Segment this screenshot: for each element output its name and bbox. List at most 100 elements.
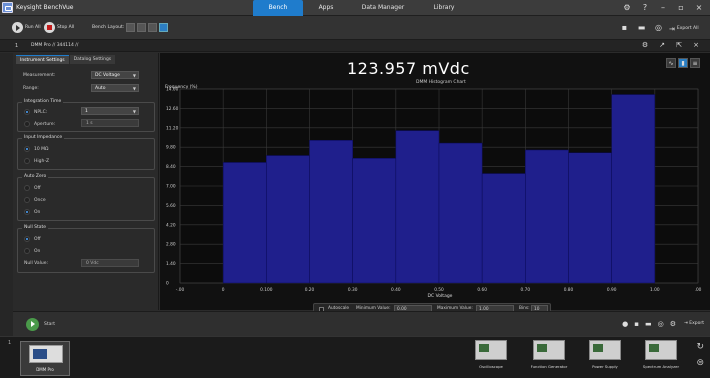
instrument-dock: 1 DMM Pro Oscilloscope Function Generato…	[0, 336, 710, 378]
x-tick-label: 0.20	[305, 287, 315, 293]
layout-single-icon[interactable]	[159, 23, 169, 32]
y-tick-label: 14.00	[166, 87, 179, 93]
dmm-thumbnail-icon	[29, 345, 63, 363]
x-tick-label: 1.00	[650, 287, 660, 293]
dock-app-oscilloscope[interactable]: Oscilloscope	[468, 340, 514, 376]
range-select[interactable]: Auto ▼	[91, 84, 139, 92]
chevron-down-icon: ▼	[132, 73, 136, 78]
y-tick-label: 2.80	[166, 242, 176, 248]
dock-app-label: Spectrum Analyzer	[642, 364, 680, 369]
aperture-field[interactable]: 1 s	[81, 119, 139, 127]
y-tick-label: 8.40	[166, 164, 176, 170]
autozero-once-radio[interactable]: Once	[24, 197, 46, 203]
record-icon[interactable]: ●	[622, 320, 628, 328]
chevron-down-icon: ▼	[132, 109, 136, 114]
y-tick-label: 5.60	[166, 203, 176, 209]
histogram-bar	[525, 149, 569, 284]
dock-options-icon[interactable]: ⊜	[696, 358, 704, 368]
x-tick-label: 0.70	[521, 287, 531, 293]
export-all-button[interactable]: ⇥ Export All	[669, 22, 699, 35]
left-gutter	[0, 53, 13, 336]
histogram-bar	[481, 173, 526, 284]
tab-apps[interactable]: Apps	[303, 0, 349, 16]
tab-data-manager[interactable]: Data Manager	[349, 0, 417, 16]
histogram-bar	[438, 142, 483, 284]
folder-icon[interactable]: ▬	[637, 23, 646, 32]
null-state-title: Null State	[22, 225, 49, 230]
stop-all-button[interactable]: Stop All	[44, 21, 74, 34]
null-value-field[interactable]: 0 Vdc	[81, 259, 139, 267]
tab-library[interactable]: Library	[417, 0, 471, 16]
bench-toolbar: Run All Stop All Bench Layout: ▪ ▬ ◎ ⇥ E…	[0, 16, 710, 40]
layout-grid-icon[interactable]	[126, 23, 136, 32]
start-button[interactable]: Start	[26, 318, 55, 331]
null-off-radio[interactable]: Off	[24, 236, 41, 242]
help-icon[interactable]: ?	[640, 2, 650, 13]
maximize-icon[interactable]: ▫	[676, 2, 686, 13]
auto-zero-group: Auto Zero Off Once On	[17, 174, 155, 221]
panel-close-icon[interactable]: ×	[692, 41, 700, 49]
nplc-select[interactable]: 1 ▼	[81, 107, 139, 115]
panel-settings-icon[interactable]: ⚙	[641, 41, 649, 49]
x-tick-label: 0.90	[607, 287, 617, 293]
settings-gear-icon[interactable]: ⚙	[622, 2, 632, 13]
measurement-select[interactable]: DC Voltage ▼	[91, 71, 139, 79]
export-button[interactable]: ⇥ Export	[684, 321, 704, 326]
panel-restore-icon[interactable]: ⇱	[675, 41, 683, 49]
tab-instrument-settings[interactable]: Instrument Settings	[16, 55, 69, 64]
radio-unselected-icon	[24, 185, 30, 191]
dock-instrument-label: DMM Pro	[36, 367, 54, 372]
close-icon[interactable]: ×	[694, 2, 704, 13]
dock-refresh-icon[interactable]: ↻	[696, 342, 704, 352]
autozero-on-radio[interactable]: On	[24, 209, 40, 215]
histogram-chart: Frequency (%) 01.402.804.205.607.008.409…	[165, 84, 702, 299]
x-tick-label: 0.100	[260, 287, 273, 293]
save-icon[interactable]: ▪	[620, 23, 629, 32]
null-value-label: Null Value:	[24, 261, 49, 266]
dock-app-label: Oscilloscope	[479, 364, 503, 369]
x-axis-label: DC Voltage	[428, 293, 453, 299]
settings-icon[interactable]: ◎	[654, 23, 663, 32]
run-all-button[interactable]: Run All	[12, 21, 41, 34]
nplc-label: NPLC:	[34, 109, 48, 115]
save-icon[interactable]: ▪	[634, 320, 639, 328]
aperture-radio[interactable]: Aperture:	[24, 121, 55, 127]
panel-controls: ⚙ ↗ ⇱ ×	[641, 41, 700, 49]
settings-panel: Instrument Settings Datalog Settings Mea…	[13, 53, 159, 310]
gear-icon[interactable]: ⚙	[670, 320, 676, 328]
panel-popout-icon[interactable]: ↗	[658, 41, 666, 49]
start-play-icon	[26, 318, 39, 331]
radio-selected-icon	[24, 146, 30, 152]
nplc-radio[interactable]: NPLC:	[24, 109, 47, 115]
impedance-highz-radio[interactable]: High-Z	[24, 158, 49, 164]
app-title: Keysight BenchVue	[16, 4, 74, 11]
stop-all-label: Stop All	[57, 25, 75, 30]
dock-instrument-dmm[interactable]: DMM Pro	[20, 341, 70, 376]
radio-selected-icon	[24, 109, 30, 115]
layout-rows-icon[interactable]	[148, 23, 158, 32]
instrument-panel-header: 1 DMM Pro // 344114 // ⚙ ↗ ⇱ ×	[0, 40, 710, 52]
y-tick-label: 7.00	[166, 184, 176, 190]
histogram-bar	[309, 140, 353, 284]
tab-bench[interactable]: Bench	[253, 0, 303, 16]
dock-app-spectrum-analyzer[interactable]: Spectrum Analyzer	[638, 340, 684, 376]
folder-icon[interactable]: ▬	[645, 320, 652, 328]
x-tick-label: 0.50	[434, 287, 444, 293]
null-on-radio[interactable]: On	[24, 248, 40, 254]
bench-layout: Bench Layout:	[92, 21, 169, 34]
dock-badge: 1	[8, 340, 12, 346]
layout-columns-icon[interactable]	[137, 23, 147, 32]
aperture-label: Aperture:	[34, 121, 56, 127]
impedance-10mohm-radio[interactable]: 10 MΩ	[24, 146, 48, 152]
radio-unselected-icon	[24, 121, 30, 127]
radio-selected-icon	[24, 236, 30, 242]
dock-app-power-supply[interactable]: Power Supply	[582, 340, 628, 376]
instrument-settings-icon[interactable]: ◎	[658, 320, 664, 328]
dock-app-function-generator[interactable]: Function Generator	[526, 340, 572, 376]
tab-datalog-settings[interactable]: Datalog Settings	[69, 55, 116, 64]
autozero-off-radio[interactable]: Off	[24, 185, 41, 191]
app-logo-icon	[2, 2, 13, 13]
panel-title: DMM Pro // 344114 //	[31, 43, 79, 48]
minimize-icon[interactable]: –	[658, 2, 668, 13]
dock-app-label: Power Supply	[592, 364, 618, 369]
